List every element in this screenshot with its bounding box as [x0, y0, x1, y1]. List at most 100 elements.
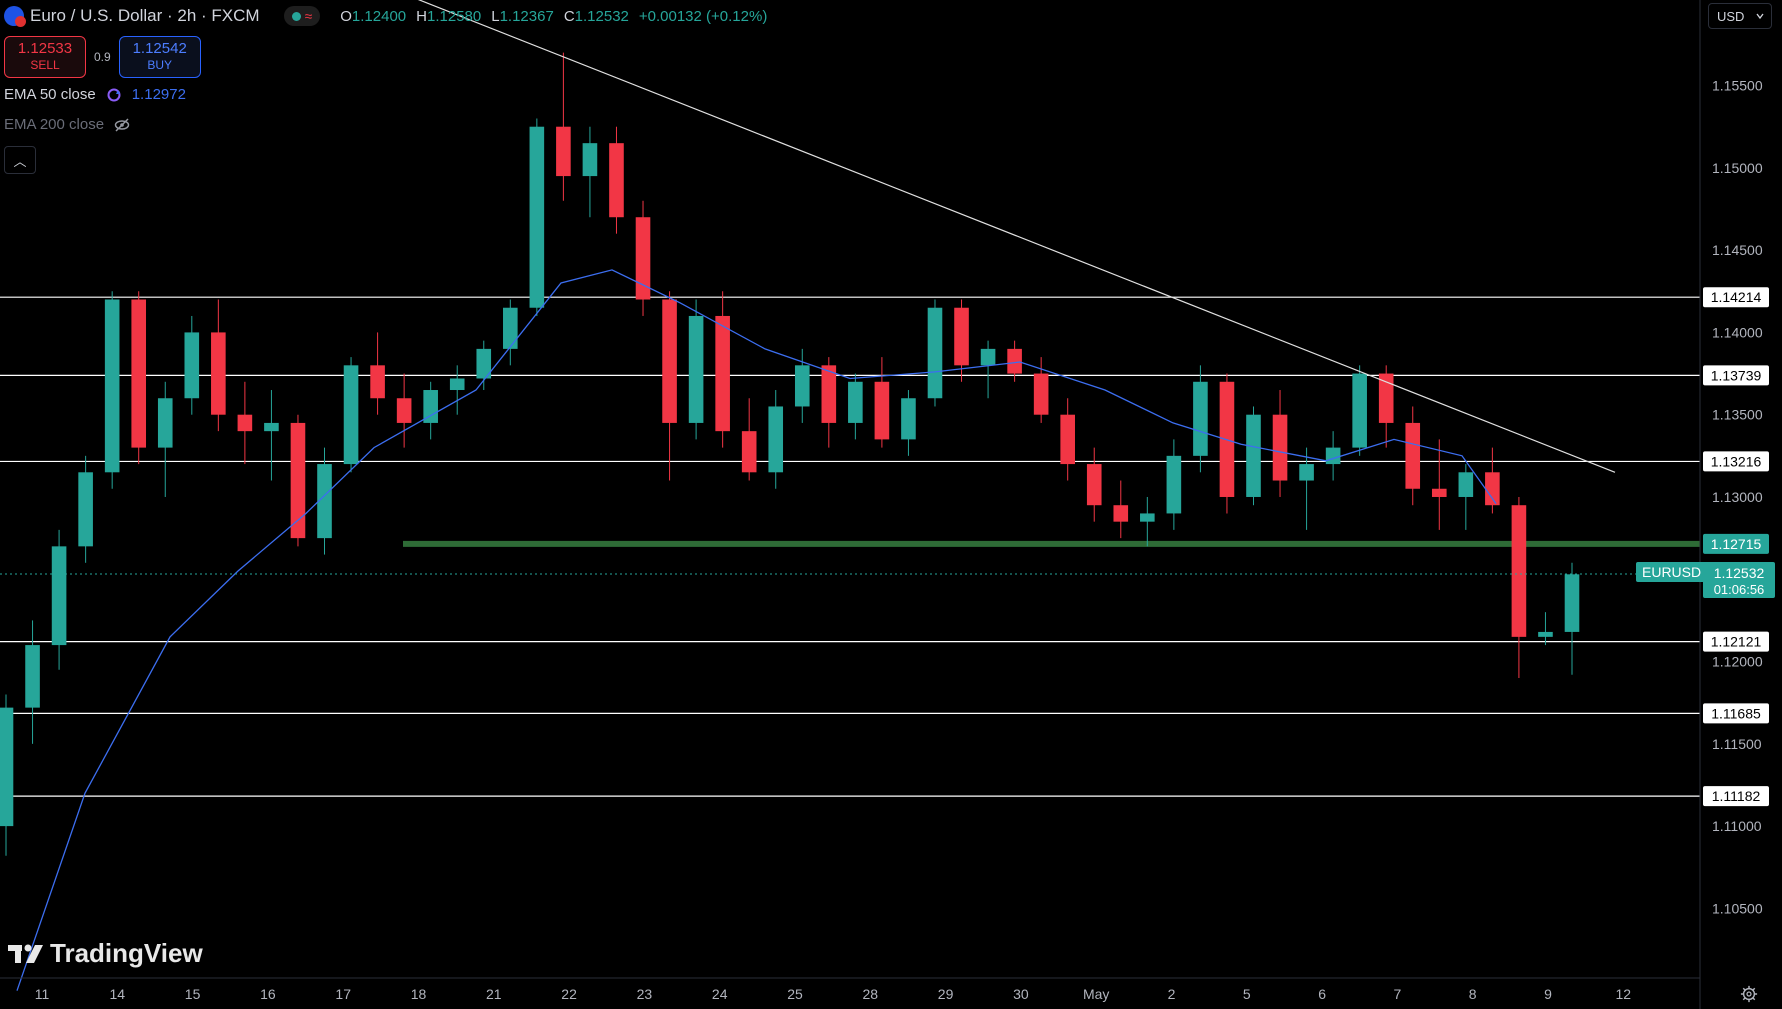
candle-body [1485, 472, 1500, 506]
flag-icon [4, 6, 26, 27]
sell-label: SELL [30, 58, 60, 72]
level-price-label: 1.11685 [1711, 705, 1761, 721]
time-axis[interactable]: 11 14 15 16 17 18 21 22 23 24 25 28 29 30 May 2 5 6 7 8 9 12 [35, 986, 1632, 1002]
trade-panel: 1.12533 SELL 0.9 1.12542 BUY [4, 36, 201, 78]
market-open-icon [291, 11, 301, 21]
candle-body [1378, 373, 1394, 423]
chevron-down-icon [1756, 13, 1764, 20]
currency-select[interactable]: USD [1708, 3, 1772, 29]
wave-icon: ≈ [304, 8, 313, 24]
candle-body [848, 381, 863, 423]
candle-body [556, 126, 571, 177]
price-tick-label: 1.15500 [1712, 78, 1763, 94]
spread-value: 0.9 [94, 50, 111, 64]
time-tick-label: 8 [1469, 986, 1477, 1002]
time-tick-label: 18 [411, 986, 427, 1002]
candle-body [1511, 505, 1527, 637]
time-tick-label: 6 [1318, 986, 1326, 1002]
eye-off-icon[interactable] [114, 117, 130, 133]
candle-body [715, 315, 730, 432]
sell-button[interactable]: 1.12533 SELL [4, 36, 86, 78]
candle-body [503, 307, 518, 349]
countdown-label: 01:06:56 [1714, 582, 1765, 597]
candle-body [157, 398, 173, 448]
chart-header: Euro / U.S. Dollar · 2h · FXCM ≈ O1.1240… [0, 4, 767, 28]
candle-body [184, 332, 200, 399]
candle-body [1272, 414, 1288, 481]
time-tick-label: 21 [486, 986, 502, 1002]
candle-body [237, 414, 253, 432]
price-tick-label: 1.11500 [1712, 736, 1762, 752]
candle-body [1538, 631, 1553, 637]
level-price-label: 1.14214 [1711, 289, 1762, 305]
trendline[interactable] [357, 0, 1616, 473]
candle-body [901, 398, 916, 440]
open-value: 1.12400 [351, 7, 407, 25]
candle-body [1458, 472, 1474, 497]
low-label: L [491, 7, 500, 25]
candle-body [1086, 464, 1102, 506]
collapse-legend-button[interactable]: ︿ [4, 146, 36, 174]
time-tick-label: 29 [938, 986, 954, 1002]
candle-body [1140, 513, 1155, 522]
indicator-ema200[interactable]: EMA 200 close [4, 116, 130, 133]
candle-body [821, 365, 837, 423]
ema-50-line [16, 269, 1497, 991]
indicator-label: EMA 50 close [4, 86, 96, 103]
symbol-tag: EURUSD [1636, 561, 1708, 582]
candle-body [688, 315, 704, 423]
time-tick-label: 15 [185, 986, 201, 1002]
candle-body [1299, 464, 1314, 481]
price-tick-label: 1.14500 [1712, 242, 1763, 258]
candle-body [78, 472, 93, 547]
last-price-label: 1.12532 [1714, 565, 1765, 581]
change-value: +0.00132 (+0.12%) [638, 7, 768, 25]
candle-body [131, 299, 147, 448]
market-status[interactable]: ≈ [283, 6, 321, 26]
candle-body [25, 645, 40, 708]
time-tick-label: 28 [863, 986, 879, 1002]
sell-price: 1.12533 [17, 40, 73, 57]
indicator-ema50[interactable]: EMA 50 close 1.12972 [4, 86, 186, 103]
time-tick-label: 11 [35, 986, 50, 1002]
refresh-icon[interactable] [106, 87, 122, 103]
candle-body [1060, 414, 1075, 465]
low-value: 1.12367 [499, 7, 554, 25]
price-chart[interactable]: 1.105001.110001.115001.120001.125001.130… [0, 0, 1782, 1009]
candle-body [954, 307, 969, 366]
time-tick-label: 9 [1544, 986, 1552, 1002]
price-tick-label: 1.14000 [1712, 324, 1763, 340]
candle-body [343, 365, 359, 465]
symbol-title[interactable]: Euro / U.S. Dollar · 2h · FXCM [30, 6, 260, 26]
candle-body [1405, 422, 1421, 489]
buy-label: BUY [147, 58, 173, 72]
candle-body [741, 431, 757, 473]
candle-body [662, 299, 677, 423]
candle-body [1325, 447, 1341, 465]
support-zone [403, 540, 1700, 547]
gear-icon[interactable] [1740, 985, 1758, 1003]
candle-body [609, 143, 624, 218]
time-tick-label: 22 [561, 986, 577, 1002]
brand-name: TradingView [50, 938, 203, 968]
candle-body [582, 143, 598, 177]
time-tick-label: 30 [1013, 986, 1029, 1002]
time-tick-label: 23 [637, 986, 653, 1002]
time-tick-label: 24 [712, 986, 728, 1002]
high-label: H [416, 7, 427, 25]
time-tick-label: 17 [335, 986, 351, 1002]
tradingview-logo[interactable]: TradingView [8, 938, 203, 969]
buy-price: 1.12542 [132, 40, 187, 57]
candle-body [264, 422, 279, 432]
buy-button[interactable]: 1.12542 BUY [118, 36, 201, 78]
open-label: O [340, 7, 352, 25]
candle-body [874, 381, 890, 440]
candle-body [768, 406, 784, 473]
time-tick-label: May [1083, 986, 1109, 1002]
candle-body [1166, 455, 1182, 514]
close-value: 1.12532 [574, 7, 629, 25]
time-tick-label: 2 [1168, 986, 1176, 1002]
candle-body [104, 299, 120, 473]
candle-body [794, 365, 810, 407]
price-tick-label: 1.10500 [1712, 900, 1763, 916]
